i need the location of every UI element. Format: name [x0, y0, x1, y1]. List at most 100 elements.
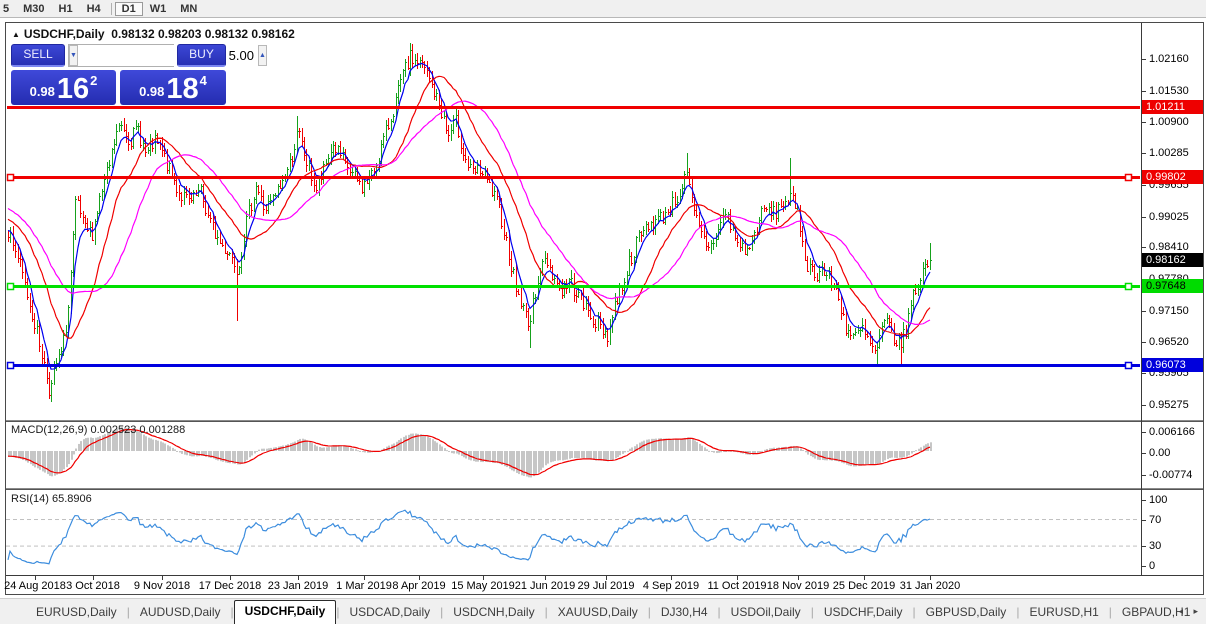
price-tick-mark [1142, 373, 1146, 374]
price-tick-label: 0.98410 [1149, 241, 1189, 253]
macd-panel-splitter[interactable] [6, 420, 1203, 422]
price-tick-mark [1142, 122, 1146, 123]
timeframe-button-d1[interactable]: D1 [115, 2, 143, 16]
price-tick-mark [1142, 405, 1146, 406]
rsi-label: RSI(14) 65.8906 [11, 493, 92, 505]
chart-ohlc-values: 0.98132 0.98203 0.98132 0.98162 [111, 27, 295, 41]
one-click-trading-panel: SELL ▼ ▲ BUY 0.98 16 2 0.98 18 4 [9, 44, 228, 105]
date-tick-label: 1 Mar 2019 [336, 580, 392, 592]
chart-tab-usdchf-daily[interactable]: USDCHF,Daily [234, 600, 337, 624]
price-tick-mark [1142, 247, 1146, 248]
indicator-tick-mark [1142, 520, 1146, 521]
date-tick-label: 31 Jan 2020 [900, 580, 961, 592]
chart-tab-eurusd-h1[interactable]: EURUSD,H1 [1019, 601, 1108, 624]
indicator-tick-mark [1142, 453, 1146, 454]
indicator-tick-mark [1142, 566, 1146, 567]
indicator-tick-label: 30 [1149, 540, 1161, 552]
buy-price-main: 18 [166, 76, 198, 102]
timeframe-button-h4[interactable]: H4 [80, 2, 108, 16]
indicator-tick-label: 0 [1149, 560, 1155, 572]
chart-tab-dj30-h4[interactable]: DJ30,H4 [651, 601, 718, 624]
price-tick-label: 1.00285 [1149, 147, 1189, 159]
price-tick-label: 1.01530 [1149, 85, 1189, 97]
date-tick-label: 15 May 2019 [451, 580, 515, 592]
tab-scroll-arrows-icon[interactable]: ◂ ▸ [1178, 606, 1202, 617]
timeframe-button-h1[interactable]: H1 [52, 2, 80, 16]
timeframe-button-5[interactable]: 5 [0, 2, 16, 16]
mt4-application: 5M30H1H4 D1W1MN ▲ USDCHF,Daily 0.98132 0.9… [0, 0, 1206, 624]
price-tick-mark [1142, 342, 1146, 343]
date-tick-label: 4 Sep 2019 [643, 580, 699, 592]
date-tick-label: 18 Nov 2019 [767, 580, 829, 592]
sell-price-tile[interactable]: 0.98 16 2 [11, 70, 116, 105]
chart-tab-bar: ◂ ▸EURUSD,Daily|AUDUSD,Daily|USDCHF,Dail… [0, 598, 1206, 624]
sell-button[interactable]: SELL [11, 44, 65, 67]
timeframe-toolbar: 5M30H1H4 D1W1MN [0, 0, 1206, 18]
buy-price-tile[interactable]: 0.98 18 4 [120, 70, 226, 105]
date-tick-label: 29 Jul 2019 [578, 580, 635, 592]
price-tick-label: 0.97150 [1149, 305, 1189, 317]
buy-price-prefix: 0.98 [139, 84, 164, 99]
indicator-tick-mark [1142, 546, 1146, 547]
price-tick-mark [1142, 185, 1146, 186]
date-tick-label: 9 Nov 2018 [134, 580, 190, 592]
price-tick-mark [1142, 91, 1146, 92]
price-level-tag: 0.98162 [1142, 253, 1203, 267]
chart-title: ▲ USDCHF,Daily 0.98132 0.98203 0.98132 0.… [12, 27, 295, 41]
date-tick-label: 17 Dec 2018 [199, 580, 261, 592]
price-level-tag: 1.01211 [1142, 100, 1203, 114]
rsi-axis: 10070300 [1142, 490, 1203, 575]
indicator-tick-label: 70 [1149, 514, 1161, 526]
buy-button[interactable]: BUY [177, 44, 226, 67]
sell-price-pip: 2 [90, 73, 97, 88]
chart-tab-usdcad-daily[interactable]: USDCAD,Daily [339, 601, 440, 624]
date-tick-label: 24 Aug 2018 [4, 580, 66, 592]
chart-window: ▲ USDCHF,Daily 0.98132 0.98203 0.98132 0.… [5, 22, 1204, 595]
date-tick-label: 21 Jun 2019 [515, 580, 576, 592]
sell-price-main: 16 [57, 76, 89, 102]
price-tick-label: 0.95275 [1149, 399, 1189, 411]
chart-symbol-label: USDCHF,Daily [24, 27, 105, 41]
price-tick-mark [1142, 311, 1146, 312]
date-axis[interactable]: 24 Aug 20183 Oct 2018 9 Nov 2018 17 Dec 20… [6, 576, 1141, 596]
timeframe-button-w1[interactable]: W1 [143, 2, 174, 16]
date-tick-label: 3 Oct 2018 [66, 580, 120, 592]
price-tick-label: 1.00900 [1149, 116, 1189, 128]
buy-price-pip: 4 [200, 73, 207, 88]
price-level-tag: 0.99802 [1142, 170, 1203, 184]
chart-tab-gbpusd-daily[interactable]: GBPUSD,Daily [916, 601, 1017, 624]
price-tick-label: 1.02160 [1149, 53, 1189, 65]
price-tick-mark [1142, 59, 1146, 60]
date-tick-label: 25 Dec 2019 [833, 580, 895, 592]
price-level-tag: 0.96073 [1142, 358, 1203, 372]
macd-axis: 0.006166 0.00 -0.00774 [1142, 422, 1203, 488]
chart-tab-eurusd-daily[interactable]: EURUSD,Daily [26, 601, 127, 624]
volume-decrease-icon[interactable]: ▼ [69, 45, 78, 66]
chart-tab-usdchf-daily[interactable]: USDCHF,Daily [814, 601, 913, 624]
volume-increase-icon[interactable]: ▲ [258, 45, 267, 66]
price-tick-mark [1142, 153, 1146, 154]
toolbar-separator [111, 3, 112, 15]
indicator-tick-label: 0.006166 [1149, 426, 1195, 438]
date-tick-label: 23 Jan 2019 [268, 580, 329, 592]
date-tick-label: 11 Oct 2019 [707, 580, 766, 592]
indicator-tick-mark [1142, 475, 1146, 476]
indicator-tick-mark [1142, 500, 1146, 501]
chart-tab-usdoil-daily[interactable]: USDOil,Daily [721, 601, 811, 624]
price-tick-mark [1142, 217, 1146, 218]
rsi-panel-splitter[interactable] [6, 488, 1203, 490]
chart-tab-audusd-daily[interactable]: AUDUSD,Daily [130, 601, 231, 624]
rsi-indicator-canvas[interactable] [6, 490, 1141, 575]
sell-price-prefix: 0.98 [30, 84, 55, 99]
date-tick-label: 8 Apr 2019 [392, 580, 445, 592]
indicator-tick-label: -0.00774 [1149, 469, 1192, 481]
collapse-icon[interactable]: ▲ [12, 30, 20, 39]
timeframe-button-mn[interactable]: MN [173, 2, 204, 16]
indicator-tick-label: 0.00 [1149, 447, 1170, 459]
chart-tab-xauusd-daily[interactable]: XAUUSD,Daily [548, 601, 648, 624]
volume-input[interactable] [78, 45, 258, 66]
price-tick-label: 0.96520 [1149, 336, 1189, 348]
timeframe-button-m30[interactable]: M30 [16, 2, 51, 16]
chart-tab-usdcnh-daily[interactable]: USDCNH,Daily [443, 601, 544, 624]
date-axis-border [6, 575, 1203, 576]
